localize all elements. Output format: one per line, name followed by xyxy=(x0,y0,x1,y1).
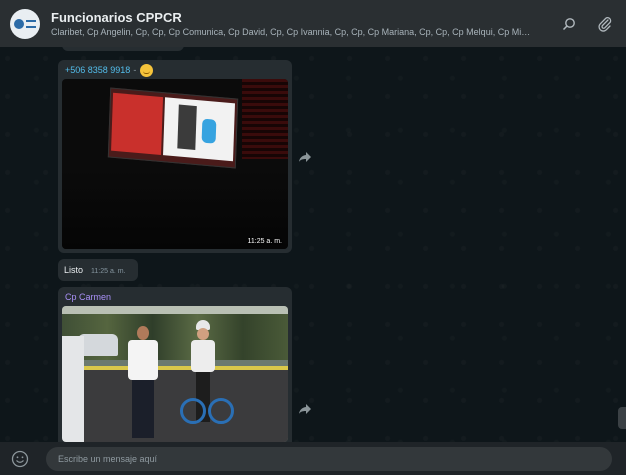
man-shirt xyxy=(128,340,158,380)
image-message[interactable]: Cp Carmen xyxy=(58,287,292,442)
message-time: 11:25 a. m. xyxy=(91,268,126,275)
image-message[interactable]: +506 8358 9918 - 11:25 a. m. xyxy=(58,60,292,253)
message-sender[interactable]: +506 8358 9918 - xyxy=(62,64,288,79)
image-curb xyxy=(62,366,288,370)
whatsapp-window: Funcionarios CPPCR Claribet, Cp Angelin,… xyxy=(0,0,626,475)
chat-panel[interactable]: +506 8358 9918 - 11:25 a. m. Listo 11:25… xyxy=(0,47,626,442)
paperclip-icon[interactable] xyxy=(594,13,616,35)
grinning-emoji-icon xyxy=(140,64,154,77)
logo-dot xyxy=(14,18,24,29)
logo-bars xyxy=(26,19,36,28)
slide-red-panel xyxy=(111,92,164,155)
message-text: Listo xyxy=(64,265,84,275)
image-person-left xyxy=(62,336,84,442)
message-image[interactable] xyxy=(62,306,288,442)
message-image[interactable]: 11:25 a. m. xyxy=(62,79,288,249)
slide-car xyxy=(201,118,217,144)
image-road xyxy=(62,366,288,442)
group-avatar[interactable] xyxy=(10,8,40,39)
previous-message-stub xyxy=(62,47,184,51)
image-parked-car xyxy=(78,334,118,356)
sender-name: +506 8358 9918 xyxy=(65,65,131,75)
slide-white-panel xyxy=(163,97,236,162)
forward-icon[interactable] xyxy=(298,151,312,163)
chat-title: Funcionarios CPPCR xyxy=(51,9,182,25)
message-time: 11:25 a. m. xyxy=(247,238,282,245)
chat-participants: Claribet, Cp Angelin, Cp, Cp, Cp Comunic… xyxy=(51,26,531,37)
image-background-lights xyxy=(242,79,288,159)
image-dark-area xyxy=(62,169,288,249)
slide-road xyxy=(177,104,197,150)
message-input[interactable] xyxy=(46,446,612,471)
image-projection-screen xyxy=(107,87,239,169)
scroll-down-button[interactable] xyxy=(618,407,626,429)
sender-name: Cp Carmen xyxy=(65,292,112,302)
message-sender[interactable]: Cp Carmen xyxy=(62,291,288,306)
cyclist-top xyxy=(191,340,215,372)
image-man xyxy=(126,326,160,442)
bike-wheel xyxy=(208,398,234,424)
sender-suffix: - xyxy=(133,65,137,75)
forward-icon[interactable] xyxy=(298,403,312,415)
man-pants xyxy=(132,380,154,438)
man-head xyxy=(137,326,149,340)
chat-header[interactable]: Funcionarios CPPCR Claribet, Cp Angelin,… xyxy=(0,0,626,47)
message-composer xyxy=(0,442,626,475)
emoji-picker-icon[interactable] xyxy=(10,449,30,469)
bike-wheel xyxy=(180,398,206,424)
text-message[interactable]: Listo 11:25 a. m. xyxy=(58,259,138,281)
chat-title-block[interactable]: Funcionarios CPPCR Claribet, Cp Angelin,… xyxy=(51,10,544,38)
cyclist-head xyxy=(197,328,209,340)
search-icon[interactable] xyxy=(558,13,580,35)
